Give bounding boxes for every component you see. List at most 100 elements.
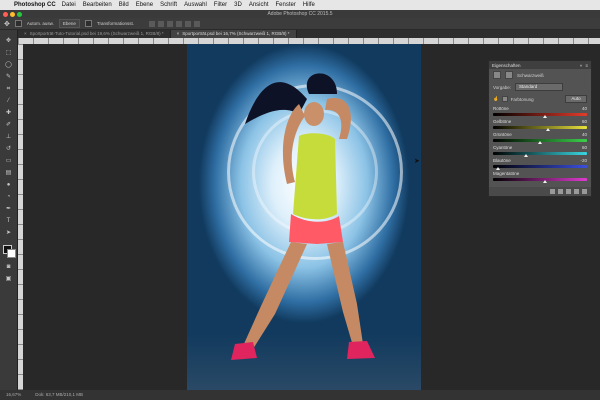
tab-document-1[interactable]: × Sportporträt-Tuto-Tutorial.psd bei 19,6… xyxy=(18,30,171,38)
slider-value[interactable]: 60 xyxy=(582,119,587,125)
align-bottom-icon[interactable] xyxy=(194,20,201,27)
slider-track[interactable] xyxy=(493,178,587,183)
type-tool-icon[interactable]: T xyxy=(4,218,13,225)
auto-button[interactable]: Auto xyxy=(565,95,587,103)
dodge-tool-icon[interactable]: ◔ xyxy=(4,194,13,201)
close-tab-icon[interactable]: × xyxy=(177,31,180,36)
transform-checkbox[interactable] xyxy=(84,20,92,27)
auto-select-checkbox[interactable] xyxy=(14,20,22,27)
tab-document-2[interactable]: × Sportporträt.psd bei 16,7% (Schwarzweiß… xyxy=(170,30,297,38)
slider-header: Gelbtöne 60 xyxy=(493,119,587,125)
menu-fenster[interactable]: Fenster xyxy=(276,0,296,10)
auto-select-label: Autom. ausw. xyxy=(26,21,54,26)
collapse-panel-icon[interactable]: « xyxy=(580,63,583,68)
clip-to-layer-icon[interactable] xyxy=(550,189,555,194)
eraser-tool-icon[interactable]: ▭ xyxy=(4,158,13,165)
quick-select-tool-icon[interactable]: ✎ xyxy=(4,74,13,81)
move-tool-icon[interactable]: ✥ xyxy=(4,38,13,45)
tab-label: Sportporträt.psd bei 16,7% (Schwarzweiß … xyxy=(182,31,290,36)
leg-left xyxy=(243,242,307,349)
tint-checkbox[interactable] xyxy=(501,96,508,102)
align-top-icon[interactable] xyxy=(176,20,183,27)
crop-tool-icon[interactable]: ⌗ xyxy=(4,86,13,93)
maximize-window-button[interactable] xyxy=(17,11,22,17)
slider-thumb[interactable] xyxy=(495,167,500,170)
slider-header: Cyantöne 60 xyxy=(493,145,587,151)
align-right-icon[interactable] xyxy=(167,20,174,27)
zoom-level[interactable]: 16,67% xyxy=(6,390,21,400)
slider-track[interactable] xyxy=(493,152,587,157)
minimize-window-button[interactable] xyxy=(10,11,15,17)
slider-5: Magentatöne xyxy=(489,170,591,183)
slider-thumb[interactable] xyxy=(542,180,547,183)
menu-filter[interactable]: Filter xyxy=(214,0,227,10)
app-menu[interactable]: Photoshop CC xyxy=(14,0,56,10)
healing-brush-tool-icon[interactable]: ✚ xyxy=(4,110,13,117)
vertical-ruler[interactable] xyxy=(18,44,23,390)
tab-label: Sportporträt-Tuto-Tutorial.psd bei 19,6%… xyxy=(29,31,164,36)
quick-mask-icon[interactable]: ◙ xyxy=(4,264,13,271)
menu-ebene[interactable]: Ebene xyxy=(136,0,153,10)
close-tab-icon[interactable]: × xyxy=(24,31,27,36)
brush-tool-icon[interactable]: ✐ xyxy=(4,122,13,129)
slider-value[interactable]: 60 xyxy=(582,145,587,151)
move-tool-icon[interactable]: ✥ xyxy=(4,20,10,28)
history-brush-tool-icon[interactable]: ↺ xyxy=(4,146,13,153)
eyedropper-tool-icon[interactable]: ⁄ xyxy=(4,98,13,105)
lasso-tool-icon[interactable]: ◯ xyxy=(4,62,13,69)
background-color-swatch[interactable] xyxy=(7,249,16,258)
adjustment-icon xyxy=(493,71,501,79)
pen-tool-icon[interactable]: ✒ xyxy=(4,206,13,213)
mask-icon[interactable] xyxy=(505,71,513,79)
dancer-figure xyxy=(231,73,375,360)
window-controls xyxy=(3,11,22,17)
mac-menubar: Photoshop CC Datei Bearbeiten Bild Ebene… xyxy=(0,0,600,10)
menu-ansicht[interactable]: Ansicht xyxy=(249,0,269,10)
preset-dropdown[interactable]: Standard xyxy=(515,83,564,91)
clone-stamp-tool-icon[interactable]: ⊥ xyxy=(4,134,13,141)
align-center-icon[interactable] xyxy=(158,20,165,27)
slider-value[interactable]: 40 xyxy=(582,106,587,112)
menu-auswahl[interactable]: Auswahl xyxy=(184,0,207,10)
menu-bearbeiten[interactable]: Bearbeiten xyxy=(83,0,112,10)
slider-thumb[interactable] xyxy=(523,154,528,157)
menu-bild[interactable]: Bild xyxy=(119,0,129,10)
gradient-tool-icon[interactable]: ▤ xyxy=(4,170,13,177)
trash-icon[interactable] xyxy=(582,189,587,194)
screen-mode-icon[interactable]: ▣ xyxy=(4,276,13,283)
view-previous-icon[interactable] xyxy=(558,189,563,194)
slider-track[interactable] xyxy=(493,126,587,131)
menu-3d[interactable]: 3D xyxy=(234,0,242,10)
slider-thumb[interactable] xyxy=(542,115,547,118)
menu-datei[interactable]: Datei xyxy=(62,0,76,10)
document-canvas[interactable] xyxy=(187,44,421,393)
blur-tool-icon[interactable]: ● xyxy=(4,182,13,189)
target-adjust-icon[interactable]: ☝ xyxy=(493,96,499,102)
auto-select-dropdown[interactable]: Ebene xyxy=(58,19,80,28)
slider-thumb[interactable] xyxy=(545,128,550,131)
slider-label: Grüntöne xyxy=(493,132,512,137)
slider-track[interactable] xyxy=(493,139,587,144)
slider-3: Cyantöne 60 xyxy=(489,144,591,157)
slider-header: Rottöne 40 xyxy=(493,106,587,112)
align-left-icon[interactable] xyxy=(149,20,156,27)
document-size[interactable]: Dok: 63,7 MB/210,1 MB xyxy=(35,390,83,400)
tools-panel: ✥ ⬚ ◯ ✎ ⌗ ⁄ ✚ ✐ ⊥ ↺ ▭ ▤ ● ◔ ✒ T ➤ ◙ ▣ xyxy=(0,30,18,390)
slider-track[interactable] xyxy=(493,113,587,118)
path-select-tool-icon[interactable]: ➤ xyxy=(4,230,13,237)
window-title: Adobe Photoshop CC 2015.5 xyxy=(267,11,333,17)
menu-schrift[interactable]: Schrift xyxy=(160,0,177,10)
slider-value[interactable]: -20 xyxy=(580,158,587,164)
close-window-button[interactable] xyxy=(3,11,8,17)
head-shape xyxy=(304,102,324,126)
visibility-eye-icon[interactable] xyxy=(574,189,579,194)
reset-icon[interactable] xyxy=(566,189,571,194)
slider-thumb[interactable] xyxy=(538,141,542,144)
document-tabs: × Sportporträt-Tuto-Tutorial.psd bei 19,6… xyxy=(18,30,600,38)
menu-hilfe[interactable]: Hilfe xyxy=(303,0,315,10)
panel-menu-icon[interactable]: ≡ xyxy=(585,63,588,68)
slider-value[interactable]: 40 xyxy=(582,132,587,138)
align-middle-icon[interactable] xyxy=(185,20,192,27)
marquee-tool-icon[interactable]: ⬚ xyxy=(4,50,13,57)
slider-track[interactable] xyxy=(493,165,587,170)
